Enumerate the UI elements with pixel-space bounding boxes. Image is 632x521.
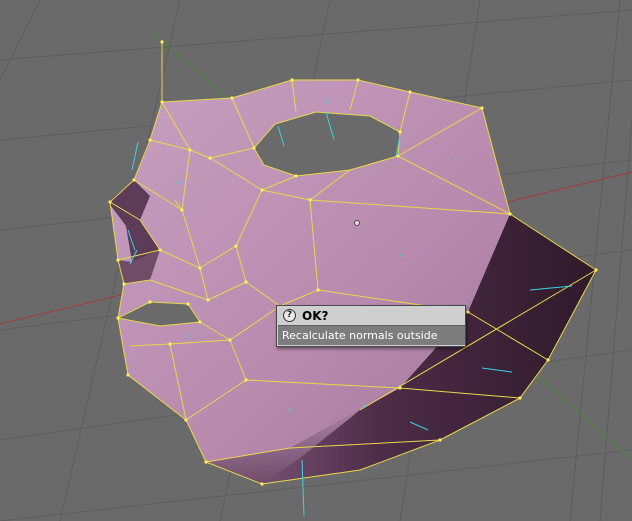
recalculate-normals-outside-option[interactable]: Recalculate normals outside <box>278 325 465 345</box>
popup-header: ? OK? <box>277 306 465 325</box>
popup-title: OK? <box>302 308 329 323</box>
viewport-canvas[interactable] <box>0 0 632 521</box>
face-mesh[interactable] <box>108 40 598 517</box>
question-icon: ? <box>283 309 296 322</box>
3d-viewport[interactable]: ? OK? Recalculate normals outside <box>0 0 632 521</box>
3d-cursor <box>354 220 360 226</box>
confirm-popup: ? OK? Recalculate normals outside <box>276 305 466 347</box>
